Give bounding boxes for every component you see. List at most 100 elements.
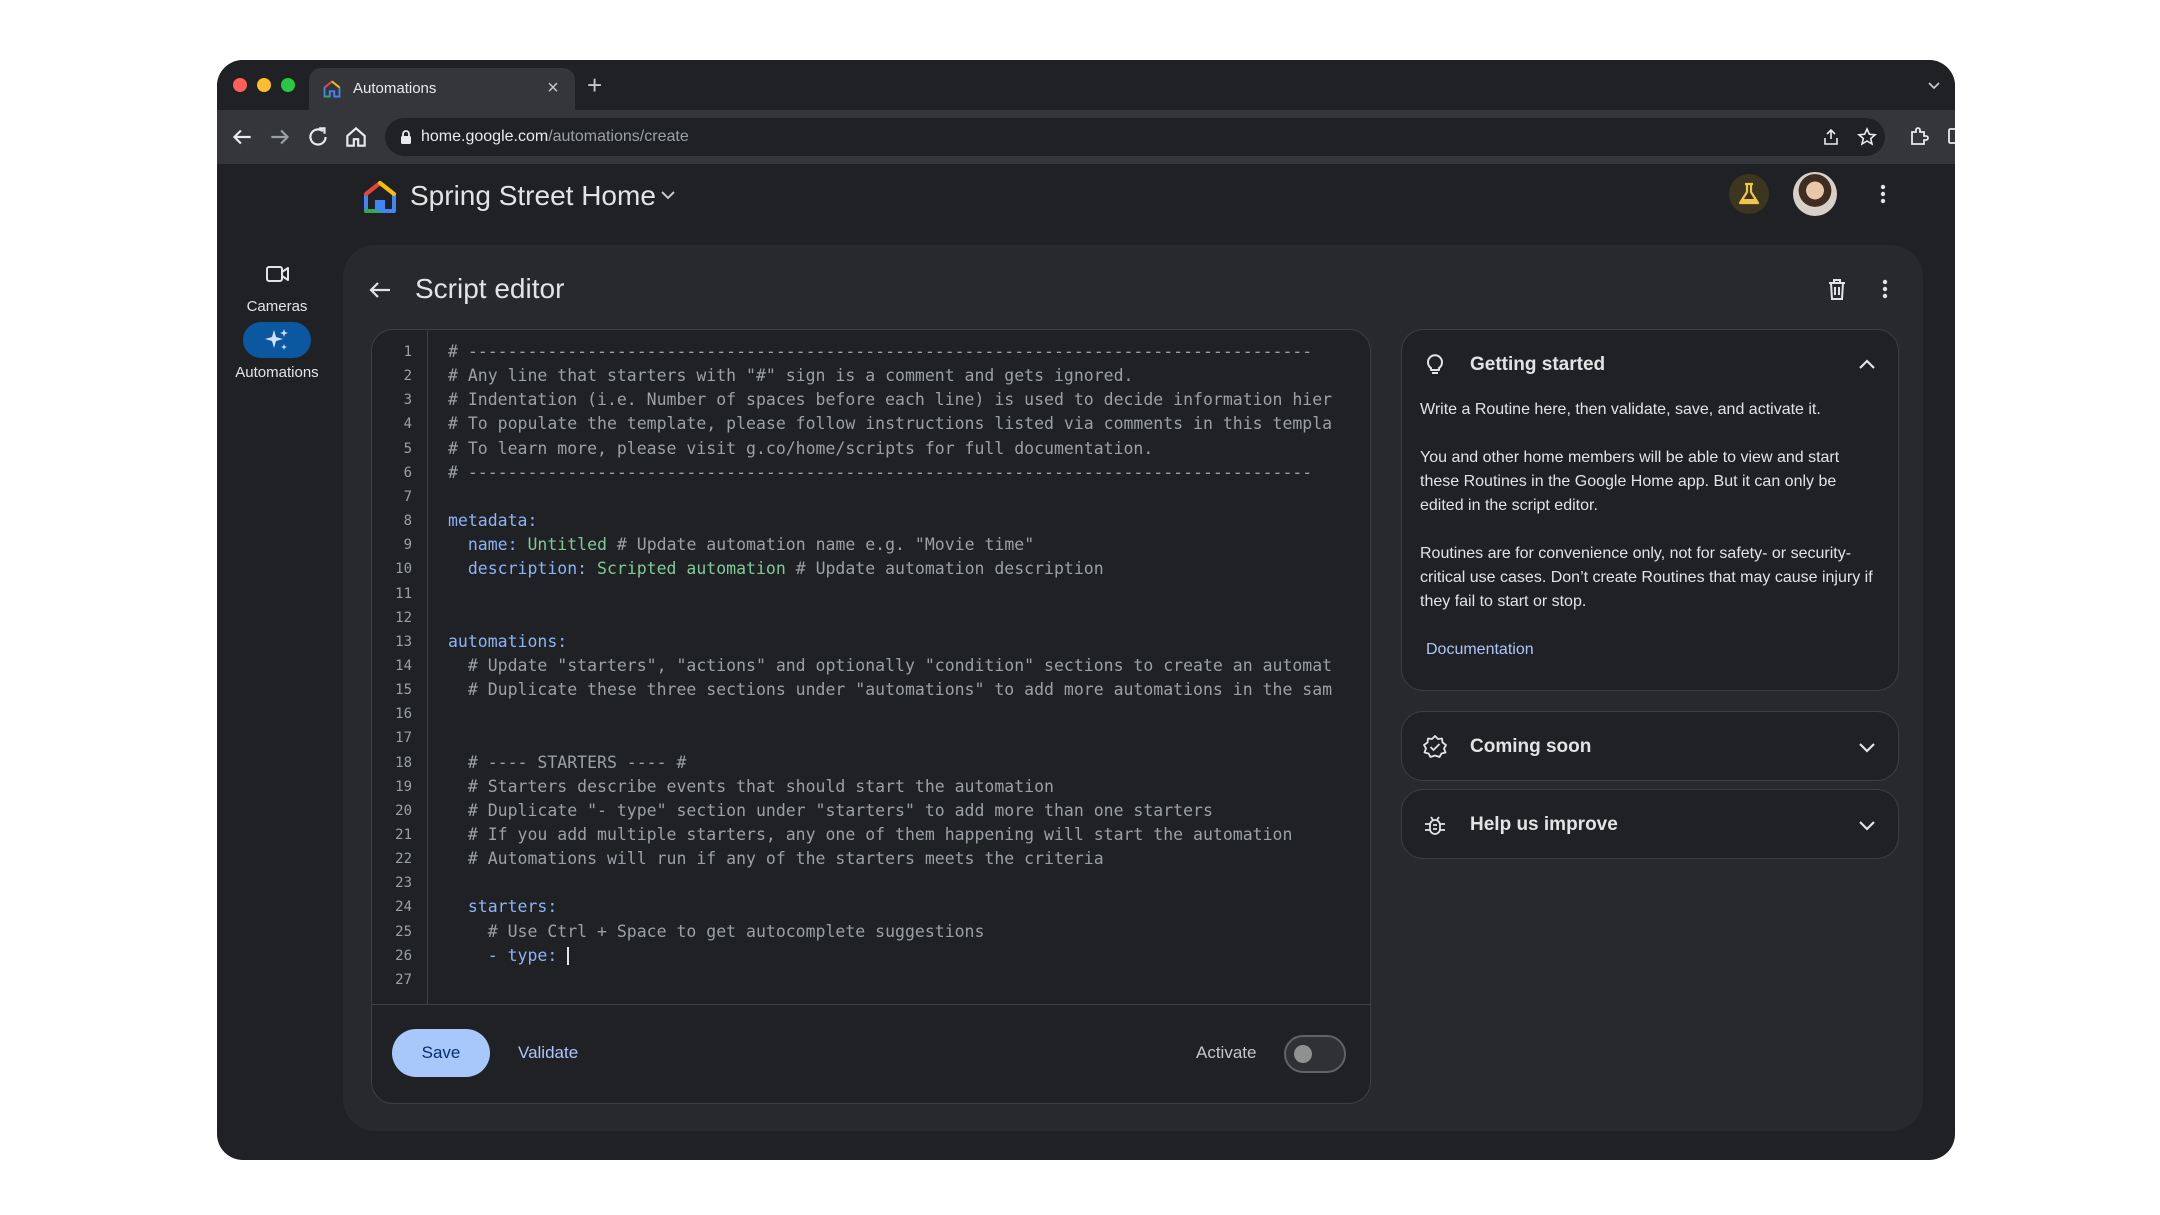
chevron-down-icon[interactable] [1854,812,1880,838]
home-selector-name[interactable]: Spring Street Home [410,180,656,212]
more-vert-icon[interactable] [1871,275,1899,303]
url-text: home.google.com/automations/create [421,128,689,146]
labs-flask-icon[interactable] [1729,174,1769,214]
code-line: starters: [448,895,557,919]
extensions-puzzle-icon[interactable] [1907,124,1931,148]
code-token: # Starters describe events that should s… [448,776,1054,796]
coming-soon-title: Coming soon [1470,736,1592,757]
code-token: # --------------------------------------… [448,342,1313,361]
lock-icon[interactable] [399,129,413,145]
bookmark-star-icon[interactable] [1857,127,1877,147]
browser-toolbar: home.google.com/automations/create [217,110,1955,164]
activate-toggle[interactable] [1284,1035,1346,1073]
line-number: 4 [403,416,412,433]
line-number: 12 [395,609,412,626]
line-number: 17 [395,730,412,747]
code-token: # Update "starters", "actions" and optio… [448,655,1333,675]
line-number: 15 [395,682,412,699]
side-panel-icon[interactable] [1945,124,1955,148]
code-token: # Update automation description [785,559,1104,579]
back-arrow-icon[interactable] [229,124,255,150]
validate-button[interactable]: Validate [512,1029,584,1077]
rail-item-automations[interactable]: Automations [227,322,327,381]
code-text-area[interactable]: # --------------------------------------… [428,330,1370,1004]
line-number: 21 [395,827,412,843]
address-bar[interactable]: home.google.com/automations/create [385,118,1885,156]
code-token: # To learn more, please visit g.co/home/… [448,438,1154,458]
coming-soon-panel[interactable]: Coming soon [1401,711,1899,781]
tab-close-icon[interactable]: × [541,76,565,100]
delete-trash-icon[interactable] [1823,275,1851,303]
code-token: # ---- STARTERS ---- # [448,752,687,772]
tab-strip: Automations × + [217,60,1955,110]
code-line: # Duplicate these three sections under "… [448,678,1332,702]
line-number: 9 [403,537,412,554]
code-token: # --------------------------------------… [448,462,1313,482]
line-number: 18 [395,754,412,771]
line-number: 8 [403,513,412,530]
code-token: # Use Ctrl + Space to get autocomplete s… [448,921,985,941]
back-arrow-icon[interactable] [365,275,395,305]
url-path: /automations/create [548,128,689,145]
getting-started-paragraph: You and other home members will be able … [1420,449,1840,514]
browser-window: Automations × + home.google.com/automati [217,60,1955,1160]
code-line: # Update "starters", "actions" and optio… [448,654,1332,678]
rail-icon-wrap-active [243,322,311,358]
code-token: metadata: [448,511,538,531]
home-icon[interactable] [343,124,369,150]
code-line: # ---- STARTERS ---- # [448,751,687,775]
line-number: 7 [403,488,412,505]
line-number: 16 [395,706,412,723]
rail-item-cameras[interactable]: Cameras [227,256,327,315]
reload-icon[interactable] [305,124,331,150]
help-improve-panel[interactable]: Help us improve [1401,789,1899,859]
help-improve-title: Help us improve [1470,814,1618,835]
account-avatar[interactable] [1793,172,1837,216]
code-line: # If you add multiple starters, any one … [448,823,1293,847]
browser-tab[interactable]: Automations × [309,68,575,110]
google-home-logo-icon [364,181,396,213]
flask-icon [1738,182,1760,205]
code-line: # Indentation (i.e. Number of spaces bef… [448,388,1332,412]
code-line: # Starters describe events that should s… [448,775,1054,799]
line-number: 14 [395,657,412,674]
text-cursor [567,947,570,966]
line-number: 5 [403,440,412,457]
getting-started-paragraph: Routines are for convenience only, not f… [1420,545,1873,610]
videocam-icon [266,266,289,282]
code-line: # Any line that starters with "#" sign i… [448,364,1133,388]
verified-badge-icon [1423,735,1447,758]
google-home-favicon-icon [323,80,341,98]
tab-search-chevron-icon[interactable] [1927,78,1941,92]
code-token: name: [448,535,528,555]
documentation-link[interactable]: Documentation [1426,638,1534,662]
minimize-window-button[interactable] [257,78,271,92]
line-number: 20 [395,802,412,819]
code-token: # Indentation (i.e. Number of spaces bef… [448,390,1333,410]
chevron-down-icon[interactable] [657,184,679,206]
chevron-up-icon[interactable] [1854,352,1880,378]
getting-started-panel: Getting started Write a Routine here, th… [1401,329,1899,691]
code-token: Untitled [527,535,607,555]
rail-label-cameras: Cameras [246,298,308,315]
code-line: # --------------------------------------… [448,340,1312,364]
code-line: - type: [448,944,570,968]
share-icon[interactable] [1821,127,1841,147]
tab-title: Automations [353,80,437,97]
code-token: # To populate the template, please follo… [448,414,1333,434]
chevron-down-icon[interactable] [1854,734,1880,760]
forward-arrow-icon[interactable] [267,124,293,150]
code-line: metadata: [448,509,537,533]
line-number: 2 [403,368,412,385]
code-token: # Update automation name e.g. "Movie tim… [606,535,1035,555]
maximize-window-button[interactable] [281,78,295,92]
code-line: # --------------------------------------… [448,461,1312,485]
code-line: # Use Ctrl + Space to get autocomplete s… [448,920,985,944]
new-tab-button[interactable]: + [587,72,602,98]
more-vert-icon[interactable] [1869,180,1897,208]
code-token: # Any line that starters with "#" sign i… [448,366,1134,386]
close-window-button[interactable] [233,78,247,92]
code-token: # If you add multiple starters, any one … [448,825,1293,844]
save-button[interactable]: Save [392,1029,490,1077]
code-line: # Duplicate "- type" section under "star… [448,799,1213,823]
